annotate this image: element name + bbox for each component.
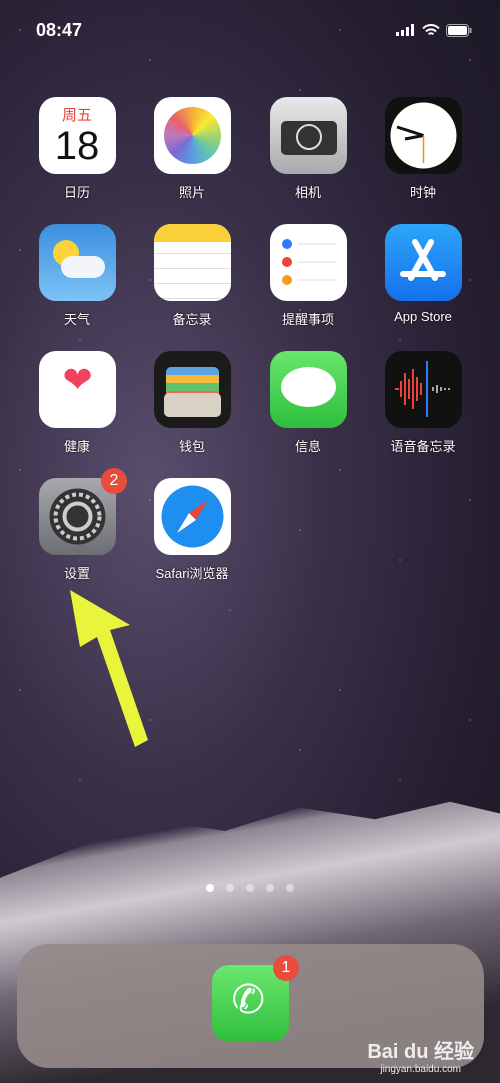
- app-settings[interactable]: 2 设置: [32, 468, 127, 582]
- wallet-icon: [153, 351, 231, 428]
- app-calendar[interactable]: 周五 18 日历: [32, 97, 122, 201]
- app-label: Safari浏览器: [155, 566, 229, 581]
- signal-icon: [396, 24, 414, 36]
- app-app-store[interactable]: App Store: [378, 224, 468, 324]
- page-dot[interactable]: [286, 884, 294, 892]
- calendar-icon: 周五 18: [38, 97, 116, 174]
- messages-icon: [269, 351, 347, 428]
- app-clock[interactable]: 时钟: [378, 97, 468, 201]
- clock-icon: [384, 97, 462, 174]
- page-indicator[interactable]: [0, 884, 500, 892]
- photos-icon: [153, 97, 231, 174]
- app-camera[interactable]: 相机: [263, 97, 353, 201]
- page-dot[interactable]: [226, 884, 234, 892]
- app-messages[interactable]: 信息: [263, 351, 353, 455]
- wifi-icon: [422, 23, 440, 35]
- page-dot[interactable]: [266, 884, 274, 892]
- status-time: 08:47: [36, 19, 83, 40]
- notification-badge: 1: [273, 955, 299, 981]
- page-dot[interactable]: [246, 884, 254, 892]
- app-label: 照片: [178, 185, 205, 200]
- watermark-url: jingyan.baidu.com: [380, 1064, 461, 1075]
- calendar-weekday: 周五: [61, 107, 92, 124]
- app-label: 日历: [63, 185, 90, 200]
- app-store-icon: [384, 224, 462, 301]
- app-voice-memos[interactable]: 语音备忘录: [378, 351, 468, 455]
- app-safari[interactable]: Safari浏览器: [147, 478, 237, 582]
- safari-icon: [153, 478, 231, 555]
- app-label: 天气: [63, 312, 90, 327]
- app-label: 语音备忘录: [390, 439, 456, 454]
- app-label: 备忘录: [172, 312, 212, 327]
- app-notes[interactable]: 备忘录: [147, 224, 237, 328]
- page-dot[interactable]: [206, 884, 214, 892]
- app-phone[interactable]: 1 ✆: [205, 955, 299, 1042]
- app-health[interactable]: ❤ 健康: [32, 351, 122, 455]
- watermark-brand: Bai du 经验: [367, 1041, 474, 1063]
- notes-icon: [153, 224, 231, 301]
- notification-badge: 2: [101, 468, 127, 494]
- app-label: 提醒事项: [281, 312, 334, 327]
- reminders-icon: [269, 224, 347, 301]
- app-reminders[interactable]: 提醒事项: [263, 224, 353, 328]
- status-bar: 08:47: [36, 18, 472, 42]
- app-label: 钱包: [178, 439, 205, 454]
- app-label: 信息: [294, 439, 321, 454]
- weather-icon: [38, 224, 116, 301]
- health-icon: ❤: [38, 351, 116, 428]
- calendar-day: 18: [54, 124, 100, 168]
- app-weather[interactable]: 天气: [32, 224, 122, 328]
- annotation-arrow: [70, 590, 148, 747]
- app-photos[interactable]: 照片: [147, 97, 237, 201]
- camera-icon: [269, 97, 347, 174]
- app-wallet[interactable]: 钱包: [147, 351, 237, 455]
- app-label: 相机: [294, 185, 321, 200]
- voice-memos-icon: [384, 351, 462, 428]
- app-label: App Store: [394, 309, 452, 324]
- watermark: Bai du 经验 jingyan.baidu.com: [367, 1035, 474, 1075]
- app-label: 设置: [63, 566, 90, 581]
- app-label: 时钟: [409, 185, 436, 200]
- battery-icon: [446, 23, 472, 37]
- app-label: 健康: [63, 439, 90, 454]
